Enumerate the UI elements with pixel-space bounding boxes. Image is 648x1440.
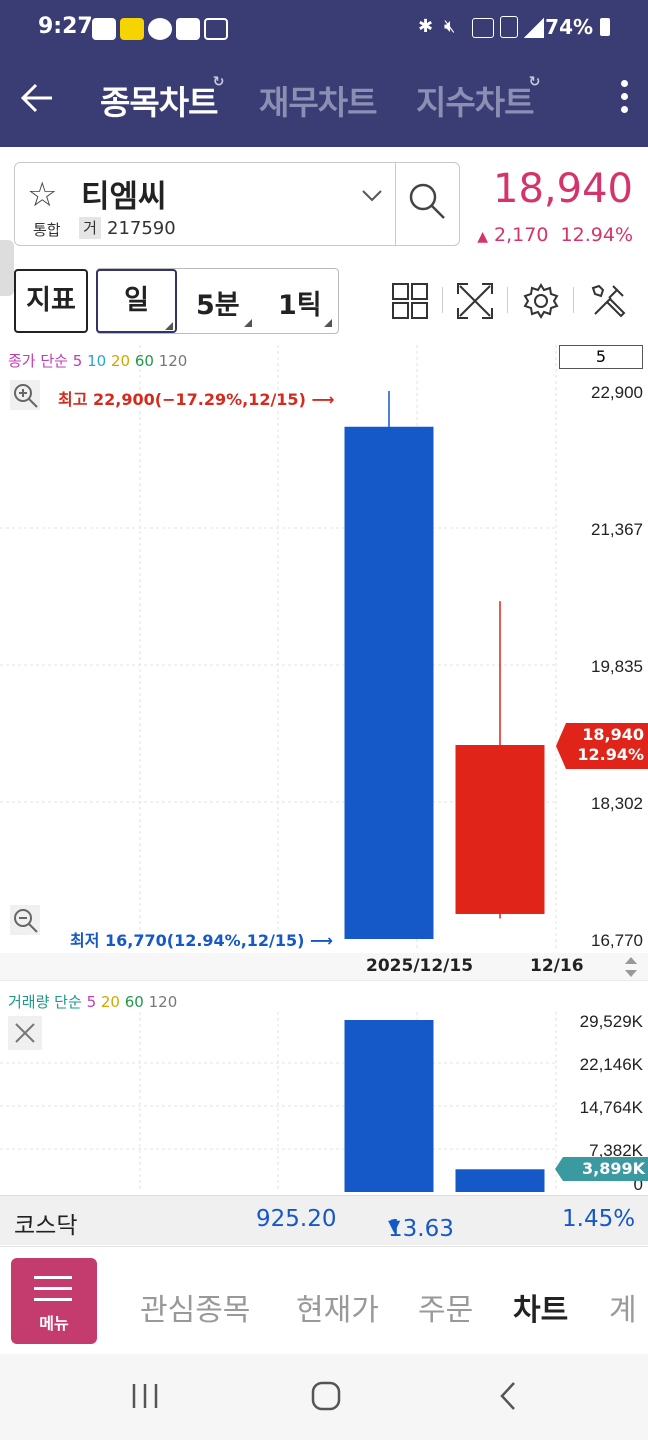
low-price-label: 최저 16,770(12.94%,12/15) ⟶ xyxy=(70,931,333,950)
ma-10: 10 xyxy=(87,352,107,370)
count-box[interactable]: 5 xyxy=(559,345,643,369)
zoom-out-icon[interactable] xyxy=(10,905,40,935)
ma-20: 20 xyxy=(110,352,131,370)
current-price-tag-text: 18,940 12.94% xyxy=(577,725,644,764)
x-label-1: 12/16 xyxy=(530,956,584,976)
hamburger-icon xyxy=(34,1276,72,1309)
ma-5: 5 xyxy=(72,352,83,370)
candle-body xyxy=(455,745,545,914)
nav-watchlist[interactable]: 관심종목 xyxy=(140,1285,250,1329)
nav-order[interactable]: 주문 xyxy=(418,1285,473,1329)
volume-tick-label: 22,146K xyxy=(580,1055,644,1074)
y-tick-label: 18,302 xyxy=(591,794,643,813)
index-value: 925.20 xyxy=(256,1206,337,1232)
high-price-label: 최고 22,900(−17.29%,12/15) ⟶ xyxy=(58,390,335,409)
app-root: 9:27 ✱ 🔇︎ 74% 종목차트 ↻ 재무차트 지수차트 ↻ ☆ 티엠씨 통… xyxy=(0,0,648,1440)
volume-legend: 거래량 단순 5 20 60 120 xyxy=(8,991,177,1012)
x-label-0: 2025/12/15 xyxy=(366,956,474,976)
price-legend-label: 종가 단순 xyxy=(8,352,68,370)
y-tick-label: 21,367 xyxy=(591,520,643,539)
nav-current-price[interactable]: 현재가 xyxy=(296,1285,379,1329)
y-tick-label: 19,835 xyxy=(591,657,643,676)
index-pct: 1.45% xyxy=(562,1206,636,1232)
home-icon[interactable] xyxy=(310,1380,342,1412)
volume-bar xyxy=(455,1169,545,1192)
price-legend: 종가 단순 5 10 20 60 120 xyxy=(8,350,187,371)
scroll-updown-icon[interactable] xyxy=(622,953,640,981)
index-name: 코스닥 xyxy=(14,1213,78,1239)
recent-apps-icon[interactable] xyxy=(130,1382,160,1410)
menu-button[interactable]: 메뉴 xyxy=(11,1258,97,1344)
current-volume-tag-text: 3,899K xyxy=(581,1159,645,1178)
back-icon[interactable] xyxy=(496,1380,520,1412)
vol-ma-20: 20 xyxy=(100,993,120,1011)
bottom-nav: 메뉴 관심종목 현재가 주문 차트 계 xyxy=(0,1246,648,1354)
candle-body xyxy=(344,426,434,940)
chart-area[interactable]: 22,900 21,367 19,835 18,302 16,770 29,529K 22,… xyxy=(0,0,648,1195)
volume-tick-label: 14,764K xyxy=(580,1098,644,1117)
ma-60: 60 xyxy=(134,352,154,370)
volume-bar xyxy=(344,1020,434,1192)
index-ticker[interactable]: 코스닥 925.20 ▼ 13.63 1.45% xyxy=(0,1195,648,1245)
y-tick-label: 22,900 xyxy=(591,383,643,402)
system-nav-bar xyxy=(0,1354,648,1440)
nav-chart[interactable]: 차트 xyxy=(513,1285,568,1329)
volume-tick-label: 29,529K xyxy=(580,1012,644,1031)
vol-ma-5: 5 xyxy=(86,993,97,1011)
close-icon[interactable] xyxy=(8,1016,42,1050)
ma-120: 120 xyxy=(158,352,188,370)
vol-ma-120: 120 xyxy=(148,993,178,1011)
y-tick-label: 16,770 xyxy=(591,931,643,950)
zoom-in-icon[interactable] xyxy=(10,380,40,410)
vol-ma-60: 60 xyxy=(124,993,144,1011)
volume-legend-label: 거래량 단순 xyxy=(8,993,82,1011)
nav-account[interactable]: 계 xyxy=(609,1285,637,1329)
